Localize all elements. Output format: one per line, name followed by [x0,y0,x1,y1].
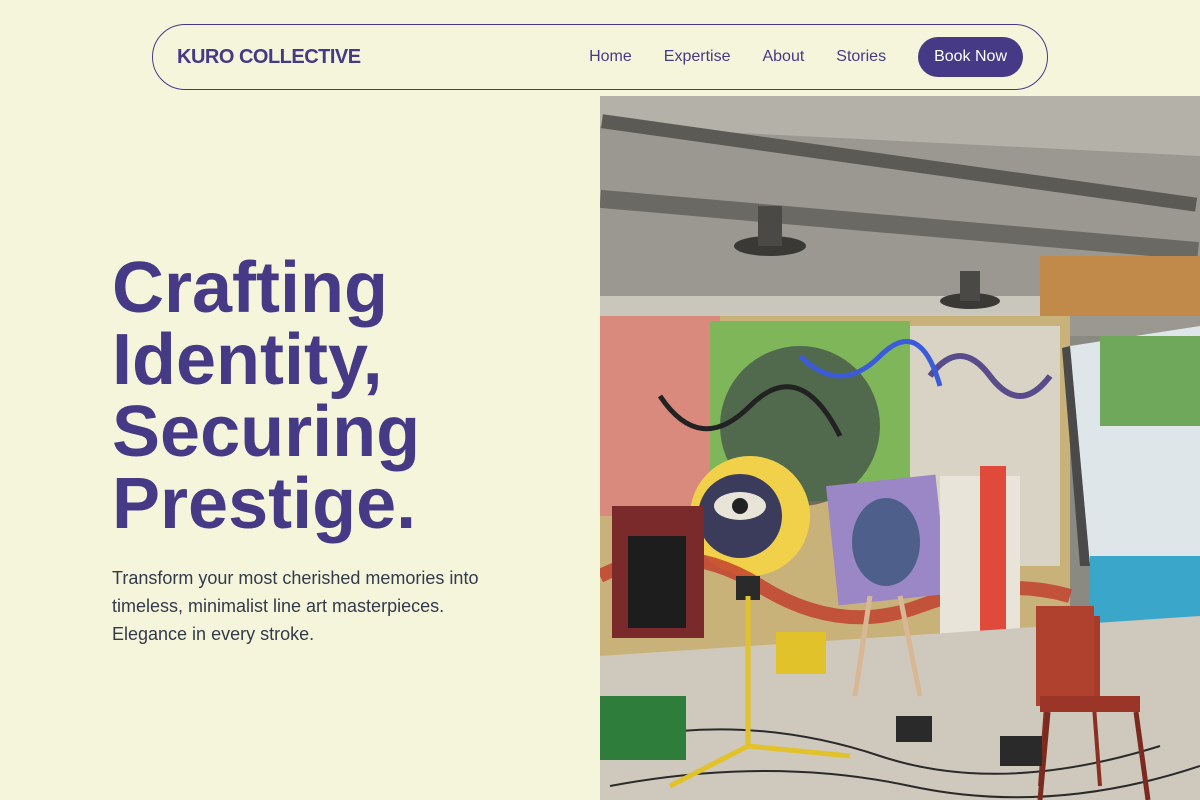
nav-link-home[interactable]: Home [589,48,632,66]
hero-image [600,96,1200,800]
art-studio-illustration [600,96,1200,800]
nav-link-about[interactable]: About [762,48,804,66]
book-now-button[interactable]: Book Now [918,37,1023,77]
nav-link-expertise[interactable]: Expertise [664,48,731,66]
nav-link-stories[interactable]: Stories [836,48,886,66]
hero-title: Crafting Identity, Securing Prestige. [112,252,572,540]
hero-title-line: Securing [112,392,421,472]
navbar: KURO COLLECTIVE Home Expertise About Sto… [152,24,1048,90]
brand-logo[interactable]: KURO COLLECTIVE [177,46,361,69]
hero-subtitle: Transform your most cherished memories i… [112,568,479,644]
hero-title-line: Prestige. [112,464,417,544]
hero-title-line: Crafting [112,248,388,328]
nav-links: Home Expertise About Stories Book Now [589,37,1023,77]
hero-title-line: Identity, [112,320,383,400]
